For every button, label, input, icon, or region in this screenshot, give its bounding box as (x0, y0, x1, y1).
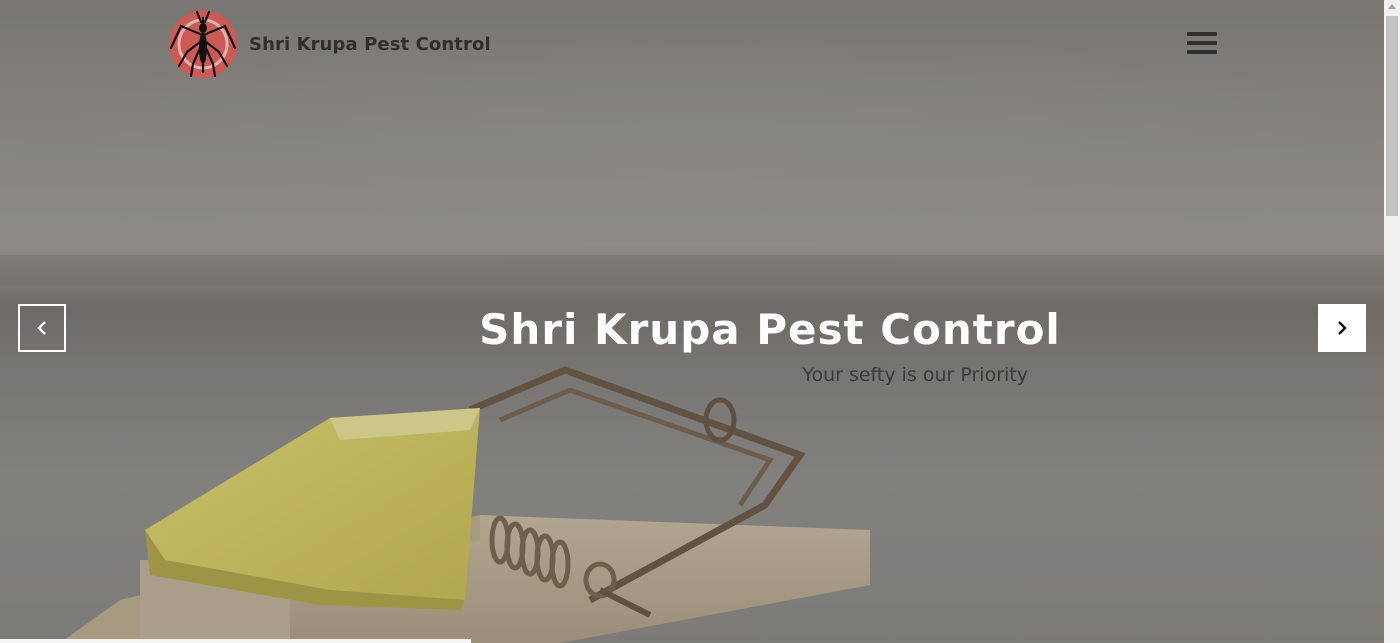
brand-name: Shri Krupa Pest Control (249, 33, 491, 55)
page: Shri Krupa Pest Control Shri Krupa Pest … (0, 0, 1400, 643)
menu-bar (1187, 32, 1217, 36)
brand[interactable]: Shri Krupa Pest Control (167, 8, 491, 80)
chevron-right-icon (1338, 321, 1347, 335)
slide-subtitle: Your sefty is our Priority (802, 364, 1028, 386)
slider-prev-button[interactable] (18, 304, 66, 352)
chevron-left-icon (37, 321, 46, 335)
hamburger-menu-icon[interactable] (1187, 32, 1217, 58)
menu-bar (1187, 41, 1217, 45)
scroll-thumb[interactable] (1386, 16, 1398, 216)
scrollbar[interactable] (1384, 0, 1400, 643)
slide-title: Shri Krupa Pest Control (479, 305, 1061, 354)
slider-next-button[interactable] (1318, 304, 1366, 352)
menu-bar (1187, 50, 1217, 54)
mosquito-logo-icon (169, 10, 237, 78)
slider-progress-bar (0, 639, 471, 643)
scroll-up-icon[interactable] (1388, 4, 1396, 9)
